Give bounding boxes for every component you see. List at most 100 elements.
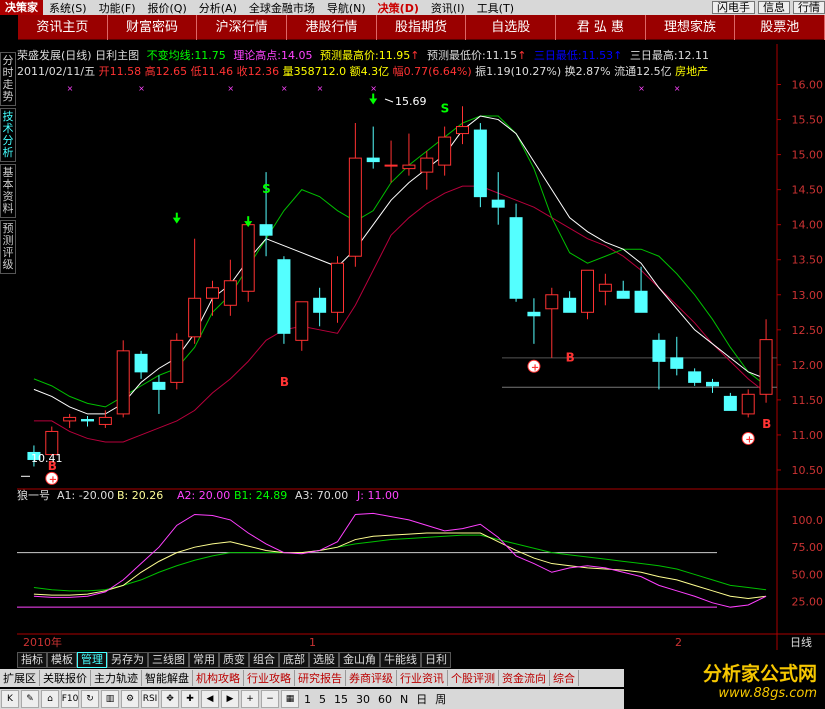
tab-indicator[interactable]: 指标 — [17, 652, 47, 668]
period-30min[interactable]: 30 — [352, 693, 374, 706]
period-15min[interactable]: 15 — [330, 693, 352, 706]
period-n[interactable]: N — [396, 693, 412, 706]
ext-fund-flow[interactable]: 资金流向 — [499, 670, 550, 686]
nav-news-home[interactable]: 资讯主页 — [18, 14, 108, 40]
menu-system[interactable]: 系统(S) — [43, 0, 93, 16]
sidetab-fundamentals[interactable]: 基本资料 — [0, 164, 16, 218]
menu-bar: 决策家 系统(S) 功能(F) 报价(Q) 分析(A) 全球金融市场 导航(N)… — [0, 0, 825, 15]
ext-research-report[interactable]: 研究报告 — [295, 670, 346, 686]
tab-three-line[interactable]: 三线图 — [148, 652, 189, 668]
menu-tools[interactable]: 工具(T) — [471, 0, 520, 16]
f10-icon[interactable]: F10 — [61, 690, 79, 708]
menu-navigate[interactable]: 导航(N) — [321, 0, 372, 16]
tab-bull-line[interactable]: 牛能线 — [380, 652, 421, 668]
candle-body — [116, 350, 130, 415]
price-chart[interactable]: 16.00 15.50 15.00 14.50 14.00 13.50 13.00 12.50… — [17, 44, 825, 650]
x-marker-icon: × — [674, 84, 681, 93]
flash-trade-button[interactable]: 闪电手 — [712, 1, 755, 14]
sidetab-technical[interactable]: 技术分析 — [0, 108, 16, 162]
candle-body — [366, 157, 380, 163]
period-day[interactable]: 日 — [412, 691, 431, 707]
indicator-tabs: 指标 模板 管理 另存为 三线图 常用 质变 组合 底部 选股 金山角 牛能线 … — [17, 652, 451, 668]
menu-decision[interactable]: 决策(D) — [372, 0, 425, 16]
tab-daily-profit[interactable]: 日利 — [421, 652, 451, 668]
ext-main-track[interactable]: 主力轨迹 — [91, 670, 142, 686]
tab-save-as[interactable]: 另存为 — [107, 652, 148, 668]
nav-sh-sz-quotes[interactable]: 沪深行情 — [197, 14, 288, 40]
ext-industry-strategy[interactable]: 行业攻略 — [244, 670, 295, 686]
pen-icon[interactable]: ✎ — [21, 690, 39, 708]
tab-template[interactable]: 模板 — [47, 652, 77, 668]
gear-icon[interactable]: ⚙ — [121, 690, 139, 708]
sidetab-forecast[interactable]: 预测评级 — [0, 220, 16, 274]
time-axis-feb: 2 — [675, 636, 682, 649]
candle — [741, 389, 755, 418]
ext-broker-rating[interactable]: 券商评级 — [346, 670, 397, 686]
tab-bottom[interactable]: 底部 — [279, 652, 309, 668]
candle-body — [759, 339, 773, 395]
nav-junhonghui[interactable]: 君 弘 惠 — [556, 14, 646, 40]
menu-function[interactable]: 功能(F) — [93, 0, 142, 16]
tab-qualitative[interactable]: 质变 — [219, 652, 249, 668]
tab-combo[interactable]: 组合 — [249, 652, 279, 668]
ext-comprehensive[interactable]: 综合 — [550, 670, 579, 686]
osc-magenta-line — [33, 512, 767, 608]
ext-related-quotes[interactable]: 关联报价 — [40, 670, 91, 686]
candle — [688, 368, 702, 386]
chart-area[interactable]: 荣盛发展(日线) 日利主图 不变均线:11.75 理论高点:14.05 预测最高… — [17, 44, 825, 650]
menu-analysis[interactable]: 分析(A) — [193, 0, 243, 16]
down-arrow-icon — [172, 217, 181, 224]
zoom-out-icon[interactable]: − — [261, 690, 279, 708]
chart-grid — [17, 44, 825, 650]
info-button[interactable]: 信息 — [758, 1, 790, 14]
candle — [63, 413, 77, 428]
move-icon[interactable]: ✥ — [161, 690, 179, 708]
grid-icon[interactable]: ▦ — [281, 690, 299, 708]
candle-body — [616, 290, 630, 299]
tab-golden-triangle[interactable]: 金山角 — [339, 652, 380, 668]
nav-index-futures[interactable]: 股指期货 — [377, 14, 467, 40]
left-icon[interactable]: ◀ — [201, 690, 219, 708]
k-icon[interactable]: K — [1, 690, 19, 708]
tab-common[interactable]: 常用 — [189, 652, 219, 668]
candle — [581, 269, 594, 320]
candle — [420, 151, 434, 190]
ext-stock-review[interactable]: 个股评测 — [448, 670, 499, 686]
menu-info[interactable]: 资讯(I) — [425, 0, 471, 16]
chart-icon[interactable]: ▥ — [101, 690, 119, 708]
period-week[interactable]: 周 — [431, 691, 450, 707]
nav-wealth-code[interactable]: 财富密码 — [108, 14, 198, 40]
low-price-label: 10.41 — [31, 452, 63, 465]
ext-industry-news[interactable]: 行业资讯 — [397, 670, 448, 686]
candle-body — [581, 269, 594, 313]
candle-body — [223, 280, 237, 306]
candle — [348, 123, 362, 267]
menu-global-markets[interactable]: 全球金融市场 — [243, 0, 321, 16]
period-5min[interactable]: 5 — [315, 693, 330, 706]
nav-stock-pool[interactable]: 股票池 — [735, 14, 825, 40]
indicator-a2: A2: 20.00 — [177, 489, 230, 502]
refresh-icon[interactable]: ↻ — [81, 690, 99, 708]
home-icon[interactable]: ⌂ — [41, 690, 59, 708]
nav-hk-quotes[interactable]: 港股行情 — [287, 14, 377, 40]
zoom-in-icon[interactable]: + — [241, 690, 259, 708]
ext-smart-analysis[interactable]: 智能解盘 — [142, 670, 193, 686]
quote-button[interactable]: 行情 — [793, 1, 825, 14]
candle-body — [348, 157, 362, 257]
nav-watchlist[interactable]: 自选股 — [466, 14, 557, 40]
cross-icon[interactable]: ✚ — [181, 690, 199, 708]
tab-manage[interactable]: 管理 — [77, 652, 107, 668]
tab-screen[interactable]: 选股 — [309, 652, 339, 668]
rsi-icon[interactable]: RSI — [141, 690, 159, 708]
period-60min[interactable]: 60 — [374, 693, 396, 706]
candle-body — [98, 416, 112, 425]
candle-body — [331, 262, 344, 313]
right-icon[interactable]: ▶ — [221, 690, 239, 708]
sidetab-intraday[interactable]: 分时走势 — [0, 52, 16, 106]
menu-quote[interactable]: 报价(Q) — [142, 0, 193, 16]
ext-institution-strategy[interactable]: 机构攻略 — [193, 670, 244, 686]
candle-body — [259, 224, 273, 236]
period-1min[interactable]: 1 — [300, 693, 315, 706]
nav-ideal-family[interactable]: 理想家族 — [646, 14, 736, 40]
ext-expand[interactable]: 扩展区 — [0, 670, 40, 686]
